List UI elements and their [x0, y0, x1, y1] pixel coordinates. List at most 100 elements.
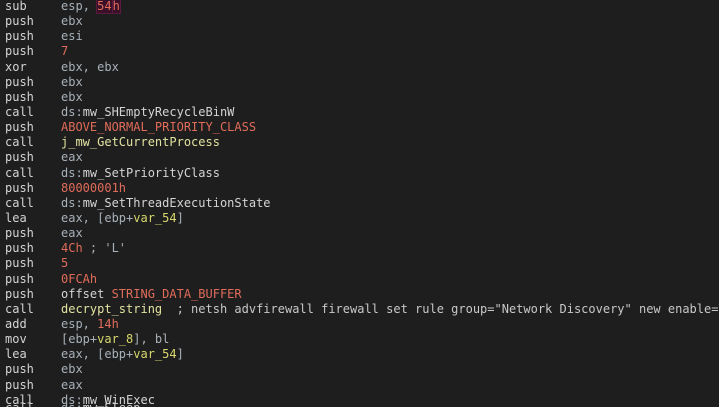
operand-token: eax [61, 226, 83, 241]
operand-token: var_8 [97, 332, 134, 347]
operands: 0FCAh [61, 272, 97, 287]
mnemonic: lea [5, 210, 27, 225]
instruction-line[interactable]: push eax [0, 150, 719, 165]
mnemonic: push [5, 226, 34, 241]
mnemonic: push [5, 241, 34, 256]
operand-token: ABOVE_NORMAL_PRIORITY_CLASS [61, 120, 257, 135]
instruction-line[interactable]: push ebx [0, 90, 719, 105]
operand-token: ], bl [133, 332, 170, 347]
instruction-line[interactable]: push ABOVE_NORMAL_PRIORITY_CLASS [0, 120, 719, 135]
operand-token: ] [176, 210, 184, 225]
mnemonic: call [5, 135, 34, 150]
operands: 80000001h [61, 181, 126, 196]
operand-token: esp [61, 0, 83, 13]
operands: eax [61, 150, 83, 165]
mnemonic: call [5, 165, 34, 180]
mnemonic: add [5, 316, 27, 331]
operand-token: [ebp+ [61, 332, 98, 347]
operands: ds:mw_SetThreadExecutionState [61, 196, 271, 211]
instruction-line[interactable]: lea eax, [ebp+var_54] [0, 211, 719, 226]
operand-token: 54 [96, 0, 113, 14]
mnemonic: mov [5, 332, 27, 347]
mnemonic: push [5, 271, 34, 286]
operand-token: eax [61, 377, 83, 392]
operand-token: ebx [61, 362, 83, 377]
operand-token: ebx [61, 89, 83, 104]
mnemonic: push [5, 377, 34, 392]
instruction-line[interactable]: mov [ebp+var_8], bl [0, 332, 719, 347]
instruction-line[interactable]: xor ebx, ebx [0, 60, 719, 75]
instruction-line[interactable]: call decrypt_string ; netsh advfirewall f… [0, 302, 719, 317]
operands: esp, 14h [61, 317, 119, 332]
instruction-line[interactable]: push ebx [0, 75, 719, 90]
mnemonic: push [5, 362, 34, 377]
operand-token: 7 [61, 44, 69, 59]
operand-token: 4Ch [61, 241, 83, 256]
operands: ds:mw_SHEmptyRecycleBinW [61, 105, 234, 120]
instruction-line[interactable]: push offset STRING_DATA_BUFFER [0, 287, 719, 302]
mnemonic: push [5, 44, 34, 59]
operands: eax [61, 226, 83, 241]
instruction-line[interactable]: push esi [0, 29, 719, 44]
mnemonic: call [5, 104, 34, 119]
instruction-line[interactable]: sub esp, 54h [0, 0, 719, 14]
operand-token: eax [61, 150, 83, 165]
operand-token: STRING_DATA_BUFFER [111, 286, 242, 301]
operands: ebx [61, 362, 83, 377]
operands: ebx [61, 90, 83, 105]
operand-token: var_54 [133, 210, 177, 225]
instruction-line[interactable]: push ebx [0, 362, 719, 377]
operands: 7 [61, 44, 68, 59]
mnemonic: push [5, 89, 34, 104]
instruction-line[interactable]: call ds:mw_SHEmptyRecycleBinW [0, 105, 719, 120]
operands: ebx [61, 75, 83, 90]
operands: eax [61, 378, 83, 393]
instruction-line[interactable]: push 7 [0, 44, 719, 59]
operands: ebx [61, 14, 83, 29]
instruction-line[interactable]: push ebx [0, 14, 719, 29]
operand-token: var_54 [133, 347, 177, 362]
instruction-line[interactable]: lea eax, [ebp+var_54] [0, 347, 719, 362]
instruction-line[interactable]: call ds:mw_Sleep [0, 401, 719, 407]
instruction-line[interactable]: push eax [0, 378, 719, 393]
mnemonic: sub [5, 0, 27, 13]
operand-token: ds: [61, 195, 83, 210]
operand-token: eax, [ebp+ [61, 347, 134, 362]
operand-token: ; netsh advfirewall firewall set rule gr… [162, 301, 719, 316]
instruction-list: sub esp, 54h push ebx push esi push 7 xor ebx, eb… [0, 0, 719, 407]
operand-token: esi [61, 29, 83, 44]
operand-token: mw_SHEmptyRecycleBinW [82, 104, 235, 119]
instruction-line[interactable]: call j_mw_GetCurrentProcess [0, 135, 719, 150]
instruction-line[interactable]: call ds:mw_SetPriorityClass [0, 166, 719, 181]
operands: [ebp+var_8], bl [61, 332, 169, 347]
instruction-line[interactable]: push 80000001h [0, 181, 719, 196]
operand-token: mw_SetPriorityClass [82, 165, 220, 180]
instruction-line[interactable]: push 4Ch ; 'L' [0, 241, 719, 256]
operands: decrypt_string ; netsh advfirewall firew… [61, 302, 719, 317]
operand-token: j_mw_GetCurrentProcess [61, 135, 220, 150]
operand-token: h [111, 0, 121, 14]
mnemonic: push [5, 286, 34, 301]
instruction-line[interactable]: call ds:mw_SetThreadExecutionState [0, 196, 719, 211]
operands: eax, [ebp+var_54] [61, 347, 184, 362]
operand-token: 0FCAh [61, 271, 98, 286]
instruction-line[interactable]: push 5 [0, 256, 719, 271]
mnemonic: push [5, 180, 34, 195]
operand-token: ebx, ebx [61, 59, 119, 74]
operand-token: ebx [61, 74, 83, 89]
mnemonic: xor [5, 59, 27, 74]
mnemonic: call [5, 401, 34, 407]
operands: esi [61, 29, 83, 44]
operand-token: esp, [61, 316, 98, 331]
operand-token: eax, [ebp+ [61, 210, 134, 225]
mnemonic: push [5, 29, 34, 44]
operand-token: decrypt_string [61, 301, 163, 316]
disassembly-view[interactable]: sub esp, 54h push ebx push esi push 7 xor ebx, eb… [0, 0, 719, 407]
operands: esp, 54h [61, 0, 121, 14]
instruction-line[interactable]: add esp, 14h [0, 317, 719, 332]
operand-token: ebx [61, 14, 83, 29]
operand-token: ; 'L' [82, 241, 127, 256]
instruction-line[interactable]: push eax [0, 226, 719, 241]
mnemonic: call [5, 195, 34, 210]
instruction-line[interactable]: push 0FCAh [0, 272, 719, 287]
